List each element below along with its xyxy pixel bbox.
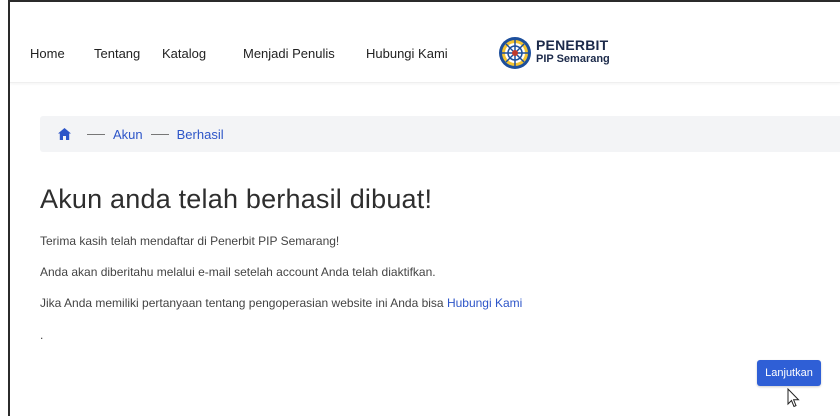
mouse-cursor-icon (787, 388, 800, 408)
page-title: Akun anda telah berhasil dibuat! (40, 184, 433, 214)
contact-link[interactable]: Hubungi Kami (447, 296, 522, 310)
home-icon[interactable] (58, 128, 71, 140)
brand-line2: PIP Semarang (536, 53, 610, 65)
nav-tentang[interactable]: Tentang (94, 46, 140, 61)
breadcrumb-separator (150, 133, 169, 135)
breadcrumb-separator (87, 133, 105, 135)
brand-line1: PENERBIT (536, 37, 609, 53)
thanks-text: Terima kasih telah mendaftar di Penerbit… (40, 234, 340, 248)
contact-text-body: Jika Anda memiliki pertanyaan tentang pe… (40, 296, 447, 310)
trailing-dot: . (40, 328, 44, 342)
nav-katalog[interactable]: Katalog (162, 46, 206, 61)
continue-button[interactable]: Lanjutkan (757, 360, 821, 386)
navbar: Home Tentang Katalog Menjadi Penulis Hub… (10, 2, 840, 83)
brand-logo (499, 37, 531, 69)
nav-home[interactable]: Home (30, 46, 65, 61)
breadcrumb: Akun Berhasil (40, 116, 840, 152)
nav-hubungi-kami[interactable]: Hubungi Kami (366, 46, 448, 61)
page-frame: Home Tentang Katalog Menjadi Penulis Hub… (8, 0, 840, 416)
breadcrumb-berhasil: Berhasil (176, 126, 224, 142)
notification-text: Anda akan diberitahu melalui e-mail sete… (40, 265, 436, 279)
breadcrumb-akun[interactable]: Akun (113, 127, 143, 142)
brand-text: PENERBIT PIP Semarang (536, 38, 610, 66)
contact-text: Jika Anda memiliki pertanyaan tentang pe… (40, 296, 522, 310)
nav-menjadi-penulis[interactable]: Menjadi Penulis (243, 46, 335, 61)
